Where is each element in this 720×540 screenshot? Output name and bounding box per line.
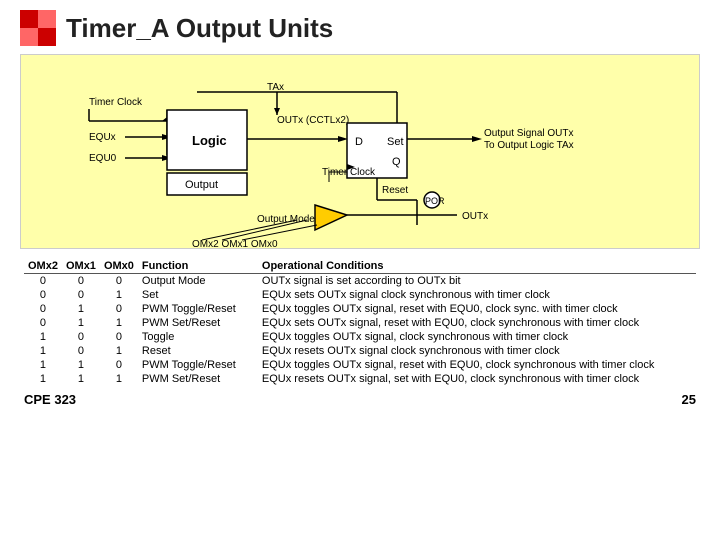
table-cell-r1c4: EQUx sets OUTx signal clock synchronous … bbox=[258, 288, 696, 302]
diagram-area: Timer Clock EQUx EQU0 Logic Output OUTx … bbox=[20, 54, 700, 249]
table-cell-r3c2: 1 bbox=[100, 316, 138, 330]
table-cell-r2c4: EQUx toggles OUTx signal, reset with EQU… bbox=[258, 302, 696, 316]
svg-text:EQU0: EQU0 bbox=[89, 153, 117, 164]
table-cell-r1c1: 0 bbox=[62, 288, 100, 302]
svg-text:To Output Logic TAx: To Output Logic TAx bbox=[484, 140, 574, 151]
svg-text:Output: Output bbox=[185, 179, 218, 191]
table-cell-r4c3: Toggle bbox=[138, 330, 258, 344]
table-area: OMx2 OMx1 OMx0 Function Operational Cond… bbox=[20, 259, 700, 386]
svg-text:OUTx (CCTLx2): OUTx (CCTLx2) bbox=[277, 115, 349, 126]
svg-text:D: D bbox=[355, 136, 363, 148]
table-row: 001SetEQUx sets OUTx signal clock synchr… bbox=[24, 288, 696, 302]
table-cell-r2c2: 0 bbox=[100, 302, 138, 316]
table-cell-r2c0: 0 bbox=[24, 302, 62, 316]
table-cell-r1c3: Set bbox=[138, 288, 258, 302]
table-cell-r3c1: 1 bbox=[62, 316, 100, 330]
table-cell-r0c3: Output Mode bbox=[138, 274, 258, 289]
table-cell-r6c0: 1 bbox=[24, 358, 62, 372]
table-cell-r7c4: EQUx resets OUTx signal, set with EQU0, … bbox=[258, 372, 696, 386]
table-cell-r3c4: EQUx sets OUTx signal, reset with EQU0, … bbox=[258, 316, 696, 330]
col-header-operational: Operational Conditions bbox=[258, 259, 696, 274]
table-cell-r5c1: 0 bbox=[62, 344, 100, 358]
svg-text:Output Mode 0: Output Mode 0 bbox=[257, 214, 324, 225]
col-header-function: Function bbox=[138, 259, 258, 274]
table-row: 111PWM Set/ResetEQUx resets OUTx signal,… bbox=[24, 372, 696, 386]
table-cell-r7c0: 1 bbox=[24, 372, 62, 386]
table-cell-r2c1: 1 bbox=[62, 302, 100, 316]
svg-text:Q: Q bbox=[392, 156, 401, 168]
table-cell-r7c1: 1 bbox=[62, 372, 100, 386]
table-row: 110PWM Toggle/ResetEQUx toggles OUTx sig… bbox=[24, 358, 696, 372]
col-header-omx1: OMx1 bbox=[62, 259, 100, 274]
svg-text:POR: POR bbox=[425, 196, 445, 206]
svg-text:Set: Set bbox=[387, 136, 404, 148]
table-cell-r3c3: PWM Set/Reset bbox=[138, 316, 258, 330]
table-cell-r5c3: Reset bbox=[138, 344, 258, 358]
table-cell-r4c4: EQUx toggles OUTx signal, clock synchron… bbox=[258, 330, 696, 344]
page-title: Timer_A Output Units bbox=[66, 13, 333, 44]
table-cell-r0c4: OUTx signal is set according to OUTx bit bbox=[258, 274, 696, 289]
diagram-svg: Timer Clock EQUx EQU0 Logic Output OUTx … bbox=[37, 65, 717, 255]
table-cell-r0c2: 0 bbox=[100, 274, 138, 289]
svg-text:OUTx: OUTx bbox=[462, 211, 488, 222]
table-cell-r7c3: PWM Set/Reset bbox=[138, 372, 258, 386]
table-cell-r4c2: 0 bbox=[100, 330, 138, 344]
table-cell-r1c2: 1 bbox=[100, 288, 138, 302]
table-cell-r4c0: 1 bbox=[24, 330, 62, 344]
table-row: 011PWM Set/ResetEQUx sets OUTx signal, r… bbox=[24, 316, 696, 330]
table-row: 101ResetEQUx resets OUTx signal clock sy… bbox=[24, 344, 696, 358]
table-cell-r2c3: PWM Toggle/Reset bbox=[138, 302, 258, 316]
col-header-omx0: OMx0 bbox=[100, 259, 138, 274]
svg-text:Logic: Logic bbox=[192, 133, 227, 148]
table-cell-r6c3: PWM Toggle/Reset bbox=[138, 358, 258, 372]
table-cell-r6c4: EQUx toggles OUTx signal, reset with EQU… bbox=[258, 358, 696, 372]
svg-text:Timer Clock: Timer Clock bbox=[89, 97, 143, 108]
table-cell-r5c2: 1 bbox=[100, 344, 138, 358]
table-cell-r5c4: EQUx resets OUTx signal clock synchronou… bbox=[258, 344, 696, 358]
table-cell-r3c0: 0 bbox=[24, 316, 62, 330]
table-row: 010PWM Toggle/ResetEQUx toggles OUTx sig… bbox=[24, 302, 696, 316]
table-row: 100ToggleEQUx toggles OUTx signal, clock… bbox=[24, 330, 696, 344]
table-cell-r1c0: 0 bbox=[24, 288, 62, 302]
svg-text:Reset: Reset bbox=[382, 185, 408, 196]
table-row: 000Output ModeOUTx signal is set accordi… bbox=[24, 274, 696, 289]
table-cell-r4c1: 0 bbox=[62, 330, 100, 344]
svg-text:OMx2 OMx1 OMx0: OMx2 OMx1 OMx0 bbox=[192, 239, 278, 250]
table-cell-r6c2: 0 bbox=[100, 358, 138, 372]
footer-course: CPE 323 bbox=[24, 392, 76, 407]
col-header-omx2: OMx2 bbox=[24, 259, 62, 274]
table-cell-r0c0: 0 bbox=[24, 274, 62, 289]
table-cell-r6c1: 1 bbox=[62, 358, 100, 372]
svg-text:Output Signal OUTx: Output Signal OUTx bbox=[484, 128, 573, 139]
table-cell-r7c2: 1 bbox=[100, 372, 138, 386]
footer-page: 25 bbox=[682, 392, 696, 407]
table-cell-r5c0: 1 bbox=[24, 344, 62, 358]
svg-text:EQUx: EQUx bbox=[89, 132, 116, 143]
footer: CPE 323 25 bbox=[20, 392, 700, 407]
table-cell-r0c1: 0 bbox=[62, 274, 100, 289]
